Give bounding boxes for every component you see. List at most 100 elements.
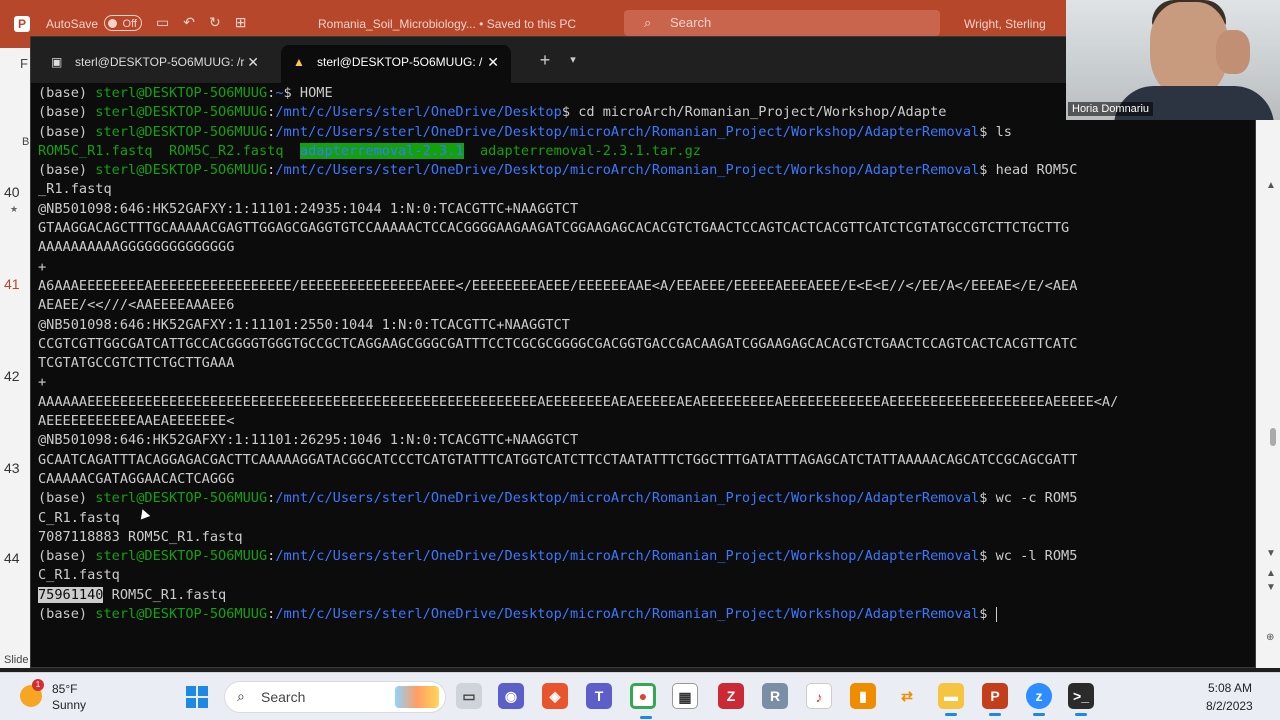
close-icon[interactable]: ✕ — [247, 45, 259, 79]
wc-char-output: 7087118883 ROM5C_R1.fastq — [38, 528, 243, 545]
chevron-down-icon[interactable]: ▾ — [561, 45, 585, 75]
ribbon-tab-letter[interactable]: F — [20, 56, 28, 71]
fastq-line: AAAAAAAAAAGGGGGGGGGGGGGG — [38, 239, 235, 256]
prompt-symbol: $ — [979, 123, 996, 140]
terminal-line: (base) sterl@DESKTOP-5O6MUUG:/mnt/c/User… — [38, 123, 1012, 140]
prompt-user: sterl@DESKTOP-5O6MUUG — [95, 606, 268, 623]
weather-condition[interactable]: Sunny — [52, 698, 86, 712]
user-name[interactable]: Wright, Sterling — [964, 17, 1046, 31]
clock-time[interactable]: 5:08 AM — [1208, 681, 1252, 695]
prompt-symbol: $ — [979, 490, 996, 507]
zoom-icon[interactable]: z — [1026, 683, 1052, 716]
winscp-icon[interactable]: ⇄ — [894, 683, 920, 709]
text-cursor — [995, 606, 997, 622]
chrome-icon[interactable]: ● — [630, 683, 656, 719]
slide-number[interactable]: 42 — [4, 368, 20, 384]
participant-name: Horia Domnariu — [1068, 102, 1154, 116]
prompt-user: sterl@DESKTOP-5O6MUUG — [95, 85, 268, 101]
command-text: HOME — [299, 85, 333, 101]
scroll-down-icon[interactable]: ▼ — [1266, 548, 1276, 559]
present-icon[interactable]: ⊞ — [235, 14, 261, 30]
autosave-label: AutoSave — [46, 17, 99, 31]
ls-archive: adapterremoval-2.3.1.tar.gz — [463, 142, 701, 159]
status-slide-label: Slide — [4, 654, 29, 666]
calculator-icon[interactable]: ▦ — [672, 683, 698, 709]
command-text: wc -c ROM5 — [995, 490, 1078, 507]
fastq-line: CCGTCGTTGGCGATCATTGCCACGGGGTGGGTGCCGCTCA… — [38, 335, 1078, 352]
terminal-icon[interactable]: >_ — [1068, 683, 1094, 716]
slide-number[interactable]: 41 — [4, 276, 20, 292]
close-icon[interactable]: ✕ — [487, 45, 499, 79]
zotero-icon[interactable]: Z — [718, 683, 744, 709]
fastq-line: + — [38, 374, 47, 391]
notification-badge: 1 — [32, 679, 44, 691]
ls-files: ROM5C_R1.fastq ROM5C_R2.fastq — [38, 142, 300, 159]
terminal-tab[interactable]: ▣ sterl@DESKTOP-5O6MUUG: /r ✕ — [39, 45, 271, 83]
clock-date[interactable]: 8/2/2023 — [1206, 699, 1253, 713]
prompt-user: sterl@DESKTOP-5O6MUUG — [95, 162, 268, 179]
ppt-search-box[interactable]: ⌕ Search — [624, 10, 940, 36]
prompt-path: /mnt/c/Users/sterl/OneDrive/Desktop/micr… — [275, 606, 980, 623]
files-icon[interactable]: ▮ — [850, 683, 876, 709]
task-view-icon[interactable]: ▭ — [456, 683, 482, 709]
slide-number[interactable]: 40 — [4, 184, 20, 200]
quick-access-toolbar[interactable]: ▭↶↻⊞ — [156, 14, 260, 31]
powerpoint-icon[interactable]: P — [982, 683, 1008, 716]
office-icon[interactable]: ◈ — [542, 683, 568, 709]
prompt-path: /mnt/c/Users/sterl/OneDrive/Desktop/micr… — [275, 162, 980, 179]
terminal-line: _R1.fastq — [38, 181, 112, 198]
terminal-line: (base) sterl@DESKTOP-5O6MUUG:/mnt/c/User… — [38, 490, 1078, 507]
slide-number[interactable]: 44 — [4, 550, 20, 566]
slide-scroll-pane: ▲ ▼ ▲ ▼ ⊕ — [1256, 48, 1280, 668]
terminal-window[interactable]: ▣ sterl@DESKTOP-5O6MUUG: /r ✕ ▲ sterl@DE… — [30, 36, 1256, 668]
temperature[interactable]: 85°F — [52, 682, 77, 696]
prompt-path: /mnt/c/Users/sterl/OneDrive/Desktop/micr… — [275, 123, 980, 140]
slide-number[interactable]: 43 — [4, 460, 20, 476]
terminal-output[interactable]: (base) sterl@DESKTOP-5O6MUUG:~$ HOME (ba… — [38, 84, 1238, 624]
prompt-symbol: $ — [979, 548, 996, 565]
fastq-line: GCAATCAGATTTACAGGAGACGACTTCAAAAAGGATACGG… — [38, 451, 1078, 468]
slide-thumbnail-pane: F B 40 ★ 41 42 43 44 Slide — [0, 48, 30, 668]
undo-icon[interactable]: ↶ — [183, 14, 209, 30]
fastq-line: CAAAAACGATAGGAACACTCAGGG — [38, 470, 235, 487]
teams-meet-icon[interactable]: ◉ — [498, 683, 524, 709]
ribbon-letter: B — [22, 136, 30, 148]
r-icon[interactable]: R — [762, 683, 788, 709]
fit-slide-icon[interactable]: ⊕ — [1266, 632, 1274, 643]
folder-icon[interactable]: ▬ — [938, 683, 964, 716]
command-text: wc -l ROM5 — [995, 548, 1078, 565]
powerpoint-logo-icon: P — [14, 16, 30, 32]
fastq-line: A6AAAEEEEEEEEAEEEEEEEEEEEEEEEEE/EEEEEEEE… — [38, 277, 1078, 294]
conda-env: (base) — [38, 606, 96, 623]
prompt-symbol: $ — [979, 162, 996, 179]
terminal-tab-active[interactable]: ▲ sterl@DESKTOP-5O6MUUG: / ✕ — [281, 45, 511, 83]
redo-icon[interactable]: ↻ — [209, 14, 235, 30]
terminal-icon: ▣ — [51, 55, 63, 69]
next-slide-icon[interactable]: ▼ — [1266, 582, 1276, 593]
tab-label: sterl@DESKTOP-5O6MUUG: /r — [75, 55, 245, 69]
itunes-icon[interactable]: ♪ — [806, 683, 832, 709]
command-text: cd microArch/Romanian_Project/Workshop/A… — [578, 104, 947, 121]
previous-slide-icon[interactable]: ▲ — [1266, 568, 1276, 579]
conda-env: (base) — [38, 162, 96, 179]
save-icon[interactable]: ▭ — [156, 14, 183, 30]
tab-label: sterl@DESKTOP-5O6MUUG: / — [317, 55, 483, 69]
prompt-path: /mnt/c/Users/sterl/OneDrive/Desktop — [275, 104, 562, 121]
prompt-path: ~ — [275, 85, 284, 101]
terminal-line-active[interactable]: (base) sterl@DESKTOP-5O6MUUG:/mnt/c/User… — [38, 605, 1238, 624]
scroll-up-icon[interactable]: ▲ — [1266, 180, 1276, 191]
scrollbar-thumb[interactable] — [1270, 428, 1276, 446]
windows-start-icon[interactable] — [186, 686, 208, 708]
terminal-line: ROM5C_R1.fastq ROM5C_R2.fastq adapterrem… — [38, 142, 1238, 161]
fastq-line: AEAEE/<<///<AAEEEEAAAEE6 — [38, 297, 235, 314]
participant-hand — [1216, 30, 1250, 74]
terminal-line: C_R1.fastq — [38, 567, 120, 584]
document-title[interactable]: Romania_Soil_Microbiology... • Saved to … — [318, 17, 576, 31]
taskbar-search[interactable]: ⌕ Search — [224, 681, 446, 713]
teams-icon[interactable]: T — [586, 683, 612, 709]
autosave-toggle[interactable]: Off — [104, 15, 142, 31]
new-tab-button[interactable]: + — [531, 45, 559, 75]
selected-line-count[interactable]: 75961140 — [38, 586, 104, 603]
search-icon: ⌕ — [237, 688, 245, 704]
fastq-line: AAAAAAEEEEEEEEEEEEEEEEEEEEEEEEEEEEEEEEEE… — [38, 393, 1119, 410]
